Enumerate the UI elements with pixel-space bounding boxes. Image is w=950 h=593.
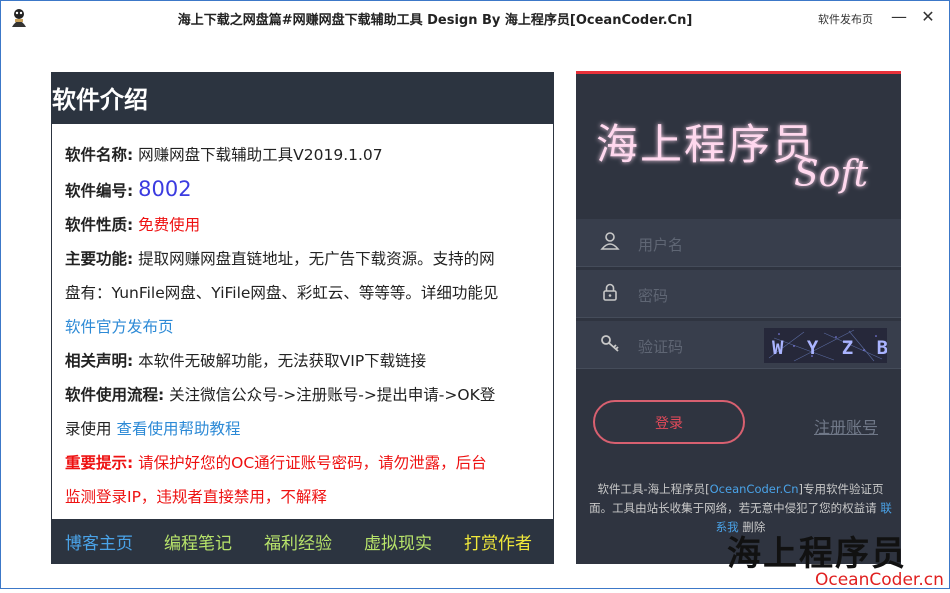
software-id-label: 软件编号: — [65, 182, 134, 200]
declaration-label: 相关声明: — [65, 352, 134, 370]
logo-soft-text: Soft — [794, 154, 869, 195]
help-tutorial-link[interactable]: 查看使用帮助教程 — [116, 420, 240, 438]
logo-area: 海上程序员 Soft — [576, 74, 901, 219]
intro-body: 软件名称: 网赚网盘下载辅助工具V2019.1.07 软件编号: 8002 软件… — [52, 124, 553, 514]
main-window: 海上下载之网盘篇#网赚网盘下载辅助工具 Design By 海上程序员[Ocea… — [0, 0, 950, 590]
official-release-link[interactable]: 软件官方发布页 — [65, 318, 174, 336]
warning-row: 重要提示: 请保护好您的OC通行证账号密码，请勿泄露，后台 — [65, 446, 553, 480]
close-button[interactable]: ✕ — [918, 7, 938, 26]
declaration-row: 相关声明: 本软件无破解功能，无法获取VIP下载链接 — [65, 344, 553, 378]
notice-text: 软件工具-海上程序员[OceanCoder.Cn]专用软件验证页面。工具由站长收… — [588, 480, 893, 537]
password-placeholder: 密码 — [638, 287, 669, 305]
warning-value-2: 监测登录IP，违规者直接禁用，不解释 — [65, 488, 327, 506]
footer-link-notes[interactable]: 编程笔记 — [164, 529, 232, 554]
software-id-row: 软件编号: 8002 — [65, 172, 553, 208]
footer-link-vr[interactable]: 虚拟现实 — [364, 529, 432, 554]
software-name-row: 软件名称: 网赚网盘下载辅助工具V2019.1.07 — [65, 138, 553, 172]
captcha-image[interactable]: W Y Z B — [764, 328, 888, 363]
usage-flow-row: 软件使用流程: 关注微信公众号->注册账号->提出申请->OK登 — [65, 378, 553, 412]
footer-link-blog[interactable]: 博客主页 — [65, 529, 133, 554]
software-id-value: 8002 — [138, 177, 192, 201]
window-title: 海上下载之网盘篇#网赚网盘下载辅助工具 Design By 海上程序员[Ocea… — [177, 13, 693, 28]
login-button[interactable]: 登录 — [593, 400, 745, 444]
function-text-1: 提取网赚网盘直链地址，无广告下载资源。支持的网 — [138, 250, 495, 268]
software-nature-label: 软件性质: — [65, 216, 134, 234]
title-bar: 海上下载之网盘篇#网赚网盘下载辅助工具 Design By 海上程序员[Ocea… — [1, 1, 949, 35]
software-name-label: 软件名称: — [65, 146, 134, 164]
footer-link-donate[interactable]: 打赏作者 — [464, 529, 532, 554]
captcha-text: W Y Z B — [772, 337, 887, 359]
usage-flow-value-2: 录使用 — [65, 420, 112, 438]
notice-part-1: 软件工具-海上程序员[ — [597, 482, 710, 496]
username-placeholder: 用户名 — [638, 236, 684, 254]
user-icon — [600, 232, 620, 250]
declaration-value: 本软件无破解功能，无法获取VIP下载链接 — [138, 352, 427, 370]
footer-links-bar: 博客主页 编程笔记 福利经验 虚拟现实 打赏作者 — [52, 519, 553, 563]
register-link[interactable]: 注册账号 — [814, 414, 878, 438]
key-icon — [601, 335, 619, 352]
logo-text: 海上程序员 — [596, 120, 816, 169]
login-panel: 海上程序员 Soft 用户名 密码 验证码 W Y Z B 登录 注册账号 软件… — [576, 71, 901, 564]
notice-part-3: 删除 — [742, 520, 766, 534]
function-label: 主要功能: — [65, 250, 134, 268]
intro-panel: 软件介绍 软件名称: 网赚网盘下载辅助工具V2019.1.07 软件编号: 80… — [51, 72, 554, 564]
footer-link-welfare[interactable]: 福利经验 — [264, 529, 332, 554]
release-page-link[interactable]: 软件发布页 — [818, 11, 873, 27]
usage-flow-label: 软件使用流程: — [65, 386, 165, 404]
software-nature-row: 软件性质: 免费使用 — [65, 208, 553, 242]
usage-flow-value: 关注微信公众号->注册账号->提出申请->OK登 — [169, 386, 496, 404]
notice-site-link[interactable]: OceanCoder.Cn — [710, 482, 799, 496]
function-row: 主要功能: 提取网赚网盘直链地址，无广告下载资源。支持的网 — [65, 242, 553, 276]
password-field[interactable]: 密码 — [576, 270, 901, 318]
warning-label: 重要提示: — [65, 454, 134, 472]
captcha-field[interactable]: 验证码 W Y Z B — [576, 321, 901, 369]
brand-text: 海上程序员 — [727, 534, 907, 574]
lock-icon — [603, 283, 617, 301]
brand-domain: OceanCoder.cn — [815, 570, 944, 589]
minimize-button[interactable]: — — [889, 7, 909, 26]
function-text-2: 盘有：YunFile网盘、YiFile网盘、彩虹云、等等等。详细功能见 — [65, 284, 499, 302]
software-nature-value: 免费使用 — [138, 216, 201, 234]
usage-flow-row-2: 录使用 查看使用帮助教程 — [65, 412, 553, 446]
software-name-value: 网赚网盘下载辅助工具V2019.1.07 — [138, 146, 383, 164]
warning-value: 请保护好您的OC通行证账号密码，请勿泄露，后台 — [138, 454, 487, 472]
brand-watermark: 海上程序员 OceanCoder.cn — [723, 533, 949, 590]
captcha-placeholder: 验证码 — [638, 338, 684, 356]
intro-heading: 软件介绍 — [52, 73, 553, 124]
brand-logo: 海上程序员 Soft — [596, 120, 869, 195]
username-field[interactable]: 用户名 — [576, 219, 901, 267]
